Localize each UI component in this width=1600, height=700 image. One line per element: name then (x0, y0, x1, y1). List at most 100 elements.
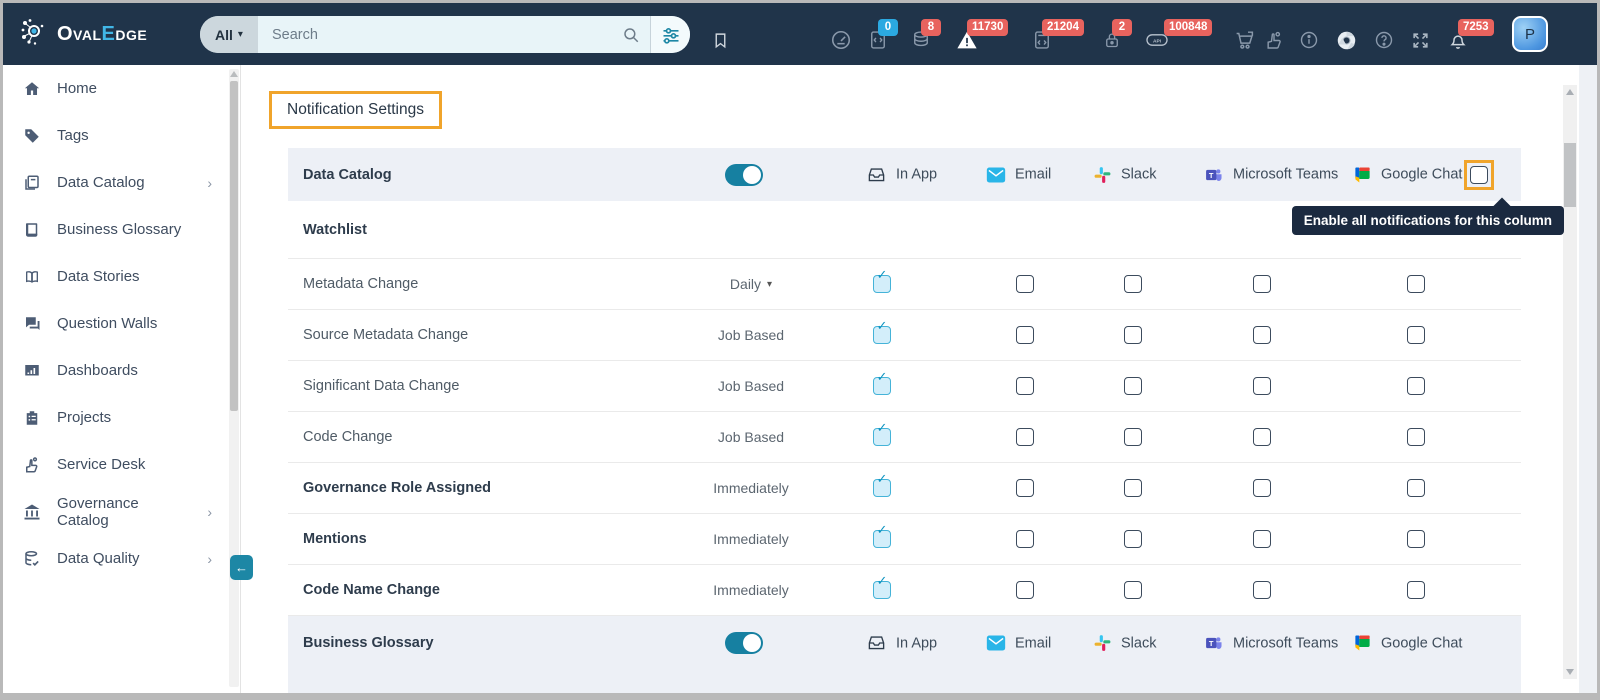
checkbox-in-app[interactable] (873, 479, 891, 497)
checkbox-microsoft-teams[interactable] (1253, 428, 1271, 446)
notification-type-label: Code Change (303, 429, 393, 445)
code-jobs-icon[interactable]: 21204 (1031, 19, 1084, 51)
expand-icon[interactable] (1409, 29, 1431, 51)
sidebar-scrollbar-thumb[interactable] (230, 81, 238, 411)
checkbox-google-chat[interactable] (1407, 377, 1425, 395)
sidebar-item-data-quality[interactable]: Data Quality › (3, 535, 240, 582)
checkbox-microsoft-teams[interactable] (1253, 275, 1271, 293)
checkbox-google-chat[interactable] (1407, 530, 1425, 548)
main-scrollbar[interactable] (1563, 85, 1577, 679)
page-title: Notification Settings (269, 91, 442, 129)
notifications-bell-icon[interactable]: 7253 (1447, 19, 1494, 51)
browser-icon[interactable] (1335, 29, 1357, 51)
checkbox-email[interactable] (1016, 428, 1034, 446)
channel-header-google-chat: Google Chat (1353, 634, 1462, 653)
sidebar-item-governance-catalog[interactable]: Governance Catalog › (3, 488, 240, 535)
frequency-value: Job Based (717, 327, 785, 343)
code-jobs-count-badge: 21204 (1042, 19, 1084, 36)
checkbox-in-app[interactable] (873, 581, 891, 599)
alerts-count-badge: 11730 (967, 19, 1009, 36)
data-catalog-toggle[interactable] (725, 163, 763, 186)
checkbox-in-app[interactable] (873, 530, 891, 548)
sidebar-item-home[interactable]: Home (3, 65, 240, 112)
checkbox-email[interactable] (1016, 326, 1034, 344)
checkbox-in-app[interactable] (873, 275, 891, 293)
sidebar-item-question-walls[interactable]: Question Walls (3, 300, 240, 347)
checkbox-email[interactable] (1016, 581, 1034, 599)
checkbox-slack[interactable] (1124, 326, 1142, 344)
checkbox-google-chat[interactable] (1407, 581, 1425, 599)
checkbox-email[interactable] (1016, 479, 1034, 497)
sidebar-item-projects[interactable]: Projects (3, 394, 240, 441)
chevron-right-icon: › (207, 174, 212, 191)
email-icon (986, 635, 1006, 652)
lock-icon[interactable]: 2 (1101, 19, 1132, 51)
alert-triangle-icon[interactable]: 11730 (956, 19, 1009, 51)
checkbox-in-app[interactable] (873, 428, 891, 446)
cart-icon[interactable] (1233, 29, 1255, 51)
checkbox-microsoft-teams[interactable] (1253, 479, 1271, 497)
bookmark-icon[interactable] (709, 29, 731, 51)
checkbox-microsoft-teams[interactable] (1253, 377, 1271, 395)
scroll-up-arrow-icon[interactable] (230, 71, 238, 77)
sidebar-scrollbar[interactable] (229, 69, 239, 687)
svg-text:T: T (1209, 170, 1214, 179)
query-sheet-icon[interactable]: 0 (867, 19, 898, 51)
user-avatar[interactable]: P (1512, 16, 1548, 52)
checkbox-email[interactable] (1016, 377, 1034, 395)
app-window: OvalEdge All ▾ Search 0 8 11730 21204 2 … (0, 0, 1600, 700)
sidebar-item-tags[interactable]: Tags (3, 112, 240, 159)
ovaledge-logo[interactable]: OvalEdge (19, 3, 147, 65)
ovaledge-logo-text: OvalEdge (57, 22, 148, 45)
notification-type-label: Governance Role Assigned (303, 480, 492, 496)
data-sources-icon[interactable]: 8 (910, 19, 941, 51)
notifications-count-badge: 7253 (1458, 19, 1494, 36)
search-input[interactable] (258, 16, 622, 53)
channel-header-slack: Slack (1093, 634, 1156, 653)
sidebar-item-data-catalog[interactable]: Data Catalog › (3, 159, 240, 206)
api-icon[interactable]: API 100848 (1146, 19, 1213, 51)
frequency-dropdown[interactable]: Daily ▾ (730, 276, 772, 292)
checkbox-email[interactable] (1016, 530, 1034, 548)
checkbox-email[interactable] (1016, 275, 1034, 293)
sidebar-collapse-button[interactable]: ← (230, 555, 253, 580)
sidebar-item-dashboards[interactable]: Dashboards (3, 347, 240, 394)
in-app-icon (866, 165, 887, 184)
scroll-down-arrow-icon[interactable] (1566, 669, 1574, 675)
sidebar-item-data-stories[interactable]: Data Stories (3, 253, 240, 300)
sidebar-item-service-desk[interactable]: Service Desk (3, 441, 240, 488)
advanced-search-filters-button[interactable] (650, 16, 690, 53)
frequency-value: Immediately (713, 480, 789, 496)
sidebar-item-business-glossary[interactable]: Business Glossary (3, 206, 240, 253)
notification-type-label: Metadata Change (303, 276, 419, 292)
business-glossary-toggle[interactable] (725, 632, 763, 654)
info-icon[interactable] (1298, 29, 1320, 51)
checkbox-slack[interactable] (1124, 581, 1142, 599)
checkbox-microsoft-teams[interactable] (1253, 530, 1271, 548)
checkbox-google-chat[interactable] (1407, 275, 1425, 293)
checkbox-slack[interactable] (1124, 275, 1142, 293)
search-icon[interactable] (622, 16, 650, 53)
checkbox-slack[interactable] (1124, 479, 1142, 497)
google-chat-icon (1353, 165, 1372, 184)
checkbox-microsoft-teams[interactable] (1253, 581, 1271, 599)
help-icon[interactable] (1373, 29, 1395, 51)
scroll-up-arrow-icon[interactable] (1566, 89, 1574, 95)
checkbox-in-app[interactable] (873, 377, 891, 395)
checkbox-microsoft-teams[interactable] (1253, 326, 1271, 344)
checkbox-slack[interactable] (1124, 530, 1142, 548)
global-search: All ▾ (200, 16, 690, 53)
channel-header-microsoft-teams: T Microsoft Teams (1204, 634, 1338, 653)
hand-pen-icon[interactable] (1263, 29, 1285, 51)
checkbox-slack[interactable] (1124, 377, 1142, 395)
notification-row-significant-data-change: Significant Data Change Job Based (288, 360, 1521, 411)
checkbox-slack[interactable] (1124, 428, 1142, 446)
main-scrollbar-thumb[interactable] (1564, 143, 1576, 207)
gauge-icon[interactable] (830, 29, 852, 51)
checkbox-google-chat[interactable] (1407, 479, 1425, 497)
enable-all-column-checkbox[interactable] (1470, 165, 1488, 184)
search-scope-dropdown[interactable]: All ▾ (200, 16, 258, 53)
checkbox-in-app[interactable] (873, 326, 891, 344)
checkbox-google-chat[interactable] (1407, 326, 1425, 344)
checkbox-google-chat[interactable] (1407, 428, 1425, 446)
